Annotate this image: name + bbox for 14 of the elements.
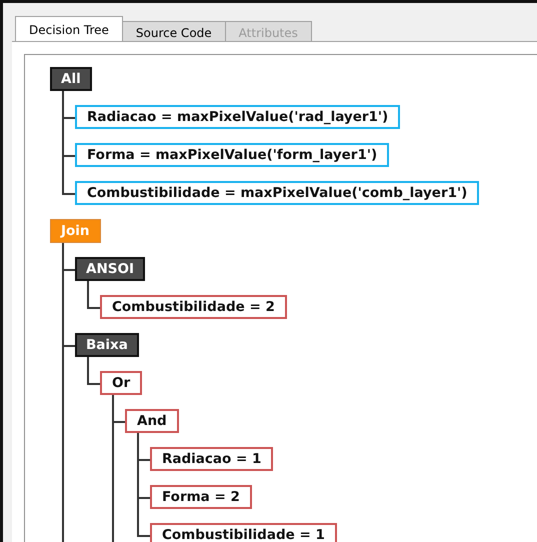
assignment-node[interactable]: Radiacao = maxPixelValue('rad_layer1') xyxy=(75,105,400,129)
condition-node[interactable]: Or xyxy=(100,371,142,395)
group-node[interactable]: All xyxy=(50,67,92,91)
condition-node[interactable]: Forma = 2 xyxy=(150,485,252,509)
assignment-node[interactable]: Combustibilidade = maxPixelValue('comb_layer1') xyxy=(75,181,480,205)
condition-node[interactable]: Radiacao = 1 xyxy=(150,447,274,471)
tab[interactable]: Source Code xyxy=(122,21,226,41)
group-node[interactable]: ANSOI xyxy=(75,257,145,281)
assignment-node[interactable]: Forma = maxPixelValue('form_layer1') xyxy=(75,143,390,167)
group-node[interactable]: Baixa xyxy=(75,333,139,357)
condition-node[interactable]: And xyxy=(125,409,179,433)
tab[interactable]: Decision Tree xyxy=(15,16,123,41)
condition-node[interactable]: Combustibilidade = 2 xyxy=(100,295,287,319)
condition-node[interactable]: Combustibilidade = 1 xyxy=(150,523,337,542)
